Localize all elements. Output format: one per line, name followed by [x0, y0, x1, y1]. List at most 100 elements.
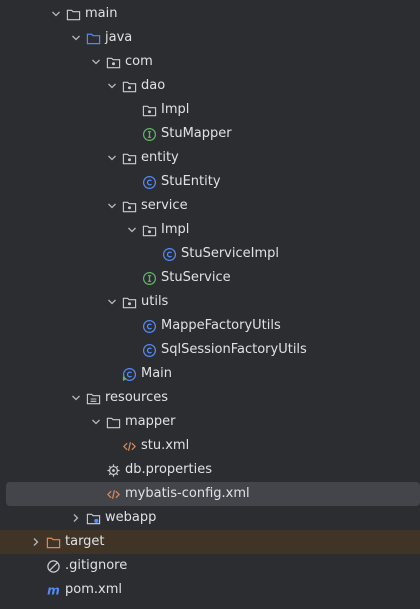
tree-node-label: utils	[141, 294, 169, 309]
tree-node[interactable]: Main	[0, 362, 420, 386]
tree-node[interactable]: resources	[0, 386, 420, 410]
tree-node[interactable]: java	[0, 26, 420, 50]
tree-node-label: main	[85, 6, 118, 21]
tree-node[interactable]: StuEntity	[0, 170, 420, 194]
tree-node-label: service	[141, 198, 188, 213]
chevron-down-icon[interactable]	[48, 2, 64, 26]
chevron-right-icon[interactable]	[28, 530, 44, 554]
tree-node[interactable]: mapper	[0, 410, 420, 434]
tree-node-label: stu.xml	[141, 438, 190, 453]
tree-node[interactable]: entity	[0, 146, 420, 170]
chevron-down-icon[interactable]	[104, 194, 120, 218]
tree-node-label: db.properties	[125, 462, 212, 477]
chevron-down-icon[interactable]	[104, 290, 120, 314]
xml-file-icon	[104, 482, 122, 506]
chevron-down-icon[interactable]	[124, 218, 140, 242]
tree-node-label: resources	[105, 390, 169, 405]
tree-node[interactable]: .gitignore	[0, 554, 420, 578]
tree-node-label: .gitignore	[65, 558, 128, 573]
folder-icon	[104, 410, 122, 434]
tree-node-label: java	[105, 30, 133, 45]
tree-node[interactable]: stu.xml	[0, 434, 420, 458]
class-icon	[140, 314, 158, 338]
tree-node[interactable]: com	[0, 50, 420, 74]
tree-node-label: StuMapper	[161, 126, 232, 141]
package-icon	[140, 98, 158, 122]
tree-node-label: mapper	[125, 414, 176, 429]
interface-icon	[140, 266, 158, 290]
tree-node[interactable]: Impl	[0, 98, 420, 122]
tree-node-label: StuServiceImpl	[181, 246, 279, 261]
tree-node[interactable]: MappeFactoryUtils	[0, 314, 420, 338]
tree-node-label: pom.xml	[65, 582, 122, 597]
maven-file-icon: m	[44, 578, 62, 602]
package-icon	[140, 218, 158, 242]
tree-node-label: Impl	[161, 222, 190, 237]
tree-node[interactable]: webapp	[0, 506, 420, 530]
tree-node-label: mybatis-config.xml	[125, 486, 250, 501]
project-tree[interactable]: main java com dao Impl StuMapper entity StuEnti…	[0, 0, 420, 609]
package-icon	[104, 50, 122, 74]
folder-icon	[64, 2, 82, 26]
package-icon	[120, 146, 138, 170]
tree-node-label: com	[125, 54, 153, 69]
tree-node[interactable]: Impl	[0, 218, 420, 242]
class-icon	[140, 338, 158, 362]
package-icon	[120, 290, 138, 314]
tree-node-label: webapp	[105, 510, 157, 525]
tree-node-label: dao	[141, 78, 166, 93]
chevron-down-icon[interactable]	[68, 386, 84, 410]
properties-file-icon	[104, 458, 122, 482]
class-icon	[140, 170, 158, 194]
tree-node[interactable]: StuServiceImpl	[0, 242, 420, 266]
tree-node-label: Main	[141, 366, 173, 381]
tree-node[interactable]: db.properties	[0, 458, 420, 482]
interface-icon	[140, 122, 158, 146]
tree-node[interactable]: dao	[0, 74, 420, 98]
tree-node[interactable]: StuMapper	[0, 122, 420, 146]
chevron-down-icon[interactable]	[104, 146, 120, 170]
tree-node-label: target	[65, 534, 105, 549]
package-icon	[120, 194, 138, 218]
tree-node[interactable]: target	[0, 530, 420, 554]
gitignore-file-icon	[44, 554, 62, 578]
class-icon	[160, 242, 178, 266]
tree-node[interactable]: SqlSessionFactoryUtils	[0, 338, 420, 362]
tree-node[interactable]: StuService	[0, 266, 420, 290]
chevron-down-icon[interactable]	[88, 50, 104, 74]
excluded-folder-icon	[44, 530, 62, 554]
tree-node-label: MappeFactoryUtils	[161, 318, 281, 333]
tree-node[interactable]: main	[0, 2, 420, 26]
tree-node[interactable]: m pom.xml	[0, 578, 420, 602]
xml-file-icon	[120, 434, 138, 458]
chevron-right-icon[interactable]	[68, 506, 84, 530]
svg-text:m: m	[47, 583, 60, 597]
package-icon	[120, 74, 138, 98]
tree-node-label: StuEntity	[161, 174, 221, 189]
source-folder-icon	[84, 26, 102, 50]
resources-folder-icon	[84, 386, 102, 410]
tree-node-label: Impl	[161, 102, 190, 117]
tree-node[interactable]: mybatis-config.xml	[6, 482, 420, 506]
tree-node[interactable]: utils	[0, 290, 420, 314]
tree-node-label: StuService	[161, 270, 231, 285]
tree-node[interactable]: service	[0, 194, 420, 218]
chevron-down-icon[interactable]	[68, 26, 84, 50]
chevron-down-icon[interactable]	[104, 74, 120, 98]
tree-node-label: SqlSessionFactoryUtils	[161, 342, 307, 357]
chevron-down-icon[interactable]	[88, 410, 104, 434]
tree-node-label: entity	[141, 150, 179, 165]
